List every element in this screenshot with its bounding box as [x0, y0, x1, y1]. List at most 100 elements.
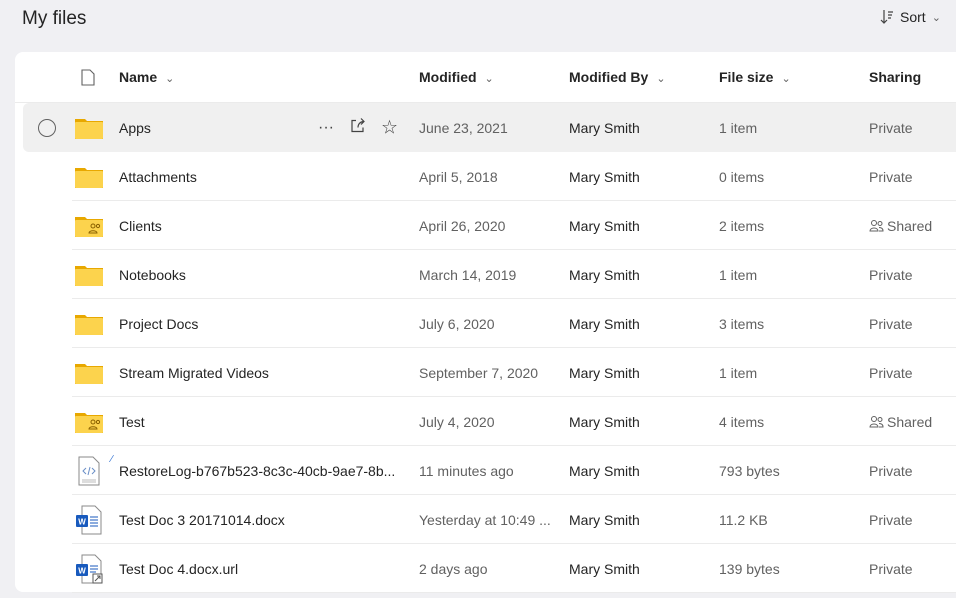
sharing-status: Private [869, 561, 913, 577]
favorite-button[interactable]: ☆ [381, 116, 398, 139]
file-row[interactable]: Project Docs July 6, 2020 Mary Smith 3 item… [15, 299, 956, 348]
new-item-icon: ∕ [111, 454, 113, 465]
sharing-label: Private [869, 266, 913, 283]
sharing-label: Private [869, 511, 913, 528]
modified-by[interactable]: Mary Smith [569, 218, 640, 234]
chevron-down-icon: ⌄ [484, 73, 494, 85]
file-size: 11.2 KB [719, 511, 768, 528]
folder-icon [74, 113, 104, 143]
modified-by[interactable]: Mary Smith [569, 316, 640, 332]
shared-folder-icon [74, 407, 104, 437]
word-link-icon: W [74, 554, 104, 584]
chevron-down-icon: ⌄ [781, 73, 791, 85]
sharing-label: Private [869, 168, 913, 185]
share-button[interactable] [350, 117, 366, 138]
file-size: 1 item [719, 119, 758, 136]
folder-icon [74, 260, 104, 290]
modified-by[interactable]: Mary Smith [569, 414, 640, 430]
shared-people-icon [869, 415, 884, 427]
shared-folder-icon [74, 211, 104, 241]
modified-date: March 14, 2019 [419, 266, 517, 283]
modified-date: September 7, 2020 [419, 364, 539, 381]
file-row[interactable]: Notebooks March 14, 2019 Mary Smith 1 item P… [15, 250, 956, 299]
sort-button[interactable]: Sort ⌄ [880, 9, 941, 25]
file-row[interactable]: Apps ··· ☆ June 23, 2021 Mary Smith 1 item Pr… [23, 103, 956, 152]
sharing-label: Private [869, 560, 913, 577]
code-icon [74, 456, 104, 486]
file-size: 3 items [719, 315, 765, 332]
file-size: 0 items [719, 168, 765, 185]
file-row[interactable]: Clients April 26, 2020 Mary Smith 2 items Sh… [15, 201, 956, 250]
modified-by[interactable]: Mary Smith [569, 120, 640, 136]
file-name[interactable]: Test Doc 4.docx.url [119, 561, 238, 577]
modified-by[interactable]: Mary Smith [569, 267, 640, 283]
sharing-status: Private [869, 365, 913, 381]
file-row[interactable]: Attachments April 5, 2018 Mary Smith 0 item… [15, 152, 956, 201]
file-name[interactable]: Notebooks [119, 267, 186, 283]
chevron-down-icon: ⌄ [165, 73, 175, 85]
sharing-label: Private [869, 364, 913, 381]
modified-date: July 6, 2020 [419, 315, 495, 332]
modified-by[interactable]: Mary Smith [569, 169, 640, 185]
modified-date: Yesterday at 10:49 ... [419, 511, 551, 528]
column-name[interactable]: Name ⌄ [119, 69, 174, 85]
sharing-status: Private [869, 267, 913, 283]
share-icon [351, 117, 365, 132]
column-file-size[interactable]: File size ⌄ [719, 69, 791, 85]
sort-label: Sort [900, 9, 926, 25]
file-type-icon [81, 69, 95, 86]
column-modified[interactable]: Modified ⌄ [419, 69, 494, 85]
sharing-status[interactable]: Shared [869, 414, 932, 430]
file-name[interactable]: Project Docs [119, 316, 198, 332]
folder-icon [74, 162, 104, 192]
column-header-row: Name ⌄ Modified ⌄ Modified By ⌄ File size ⌄ … [15, 52, 956, 102]
chevron-down-icon: ⌄ [931, 11, 941, 24]
file-size: 793 bytes [719, 462, 780, 479]
file-size: 1 item [719, 266, 758, 283]
file-row[interactable]: ∕ RestoreLog-b767b523-8c3c-40cb-9ae7-8b..… [15, 446, 956, 495]
file-name[interactable]: Test Doc 3 20171014.docx [119, 512, 285, 528]
modified-by[interactable]: Mary Smith [569, 365, 640, 381]
chevron-down-icon: ⌄ [656, 73, 666, 85]
file-name[interactable]: Test [119, 414, 145, 430]
sharing-status: Private [869, 463, 913, 479]
column-modified-by[interactable]: Modified By ⌄ [569, 69, 666, 85]
file-row[interactable]: Test July 4, 2020 Mary Smith 4 items Shared [15, 397, 956, 446]
svg-text:W: W [78, 566, 86, 575]
column-sharing[interactable]: Sharing [869, 69, 921, 85]
file-size: 139 bytes [719, 560, 780, 577]
sharing-label: Private [869, 315, 913, 332]
select-checkbox[interactable] [38, 118, 56, 137]
file-name[interactable]: Attachments [119, 169, 197, 185]
file-row[interactable]: Stream Migrated Videos September 7, 2020 M… [15, 348, 956, 397]
modified-date: July 4, 2020 [419, 413, 495, 430]
modified-date: April 5, 2018 [419, 168, 498, 185]
modified-by[interactable]: Mary Smith [569, 512, 640, 528]
modified-by[interactable]: Mary Smith [569, 561, 640, 577]
page-title: My files [22, 8, 87, 29]
file-name[interactable]: Stream Migrated Videos [119, 365, 269, 381]
sharing-status: Private [869, 512, 913, 528]
file-name[interactable]: RestoreLog-b767b523-8c3c-40cb-9ae7-8b... [119, 463, 395, 479]
modified-date: 11 minutes ago [419, 462, 514, 479]
modified-by[interactable]: Mary Smith [569, 463, 640, 479]
folder-icon [74, 309, 104, 339]
svg-text:W: W [78, 517, 86, 526]
sharing-status[interactable]: Shared [869, 218, 932, 234]
file-rows: Apps ··· ☆ June 23, 2021 Mary Smith 1 item Pr… [15, 103, 956, 593]
sharing-label: Shared [887, 413, 933, 430]
modified-date: June 23, 2021 [419, 119, 508, 136]
more-options-button[interactable]: ··· [318, 119, 334, 137]
file-name[interactable]: Clients [119, 218, 162, 234]
folder-icon [74, 358, 104, 388]
sharing-label: Private [869, 462, 913, 479]
file-row[interactable]: W Test Doc 3 20171014.docx Yesterday at 10… [15, 495, 956, 544]
file-name[interactable]: Apps [119, 120, 151, 136]
word-icon: W [74, 505, 104, 535]
sharing-status: Private [869, 316, 913, 332]
sharing-status: Private [869, 169, 913, 185]
file-size: 2 items [719, 217, 765, 234]
file-row[interactable]: W Test Doc 4.docx.url 2 days ago Mary Smith… [15, 544, 956, 593]
sharing-label: Shared [887, 217, 933, 234]
file-list: Name ⌄ Modified ⌄ Modified By ⌄ File size ⌄ … [15, 52, 956, 593]
